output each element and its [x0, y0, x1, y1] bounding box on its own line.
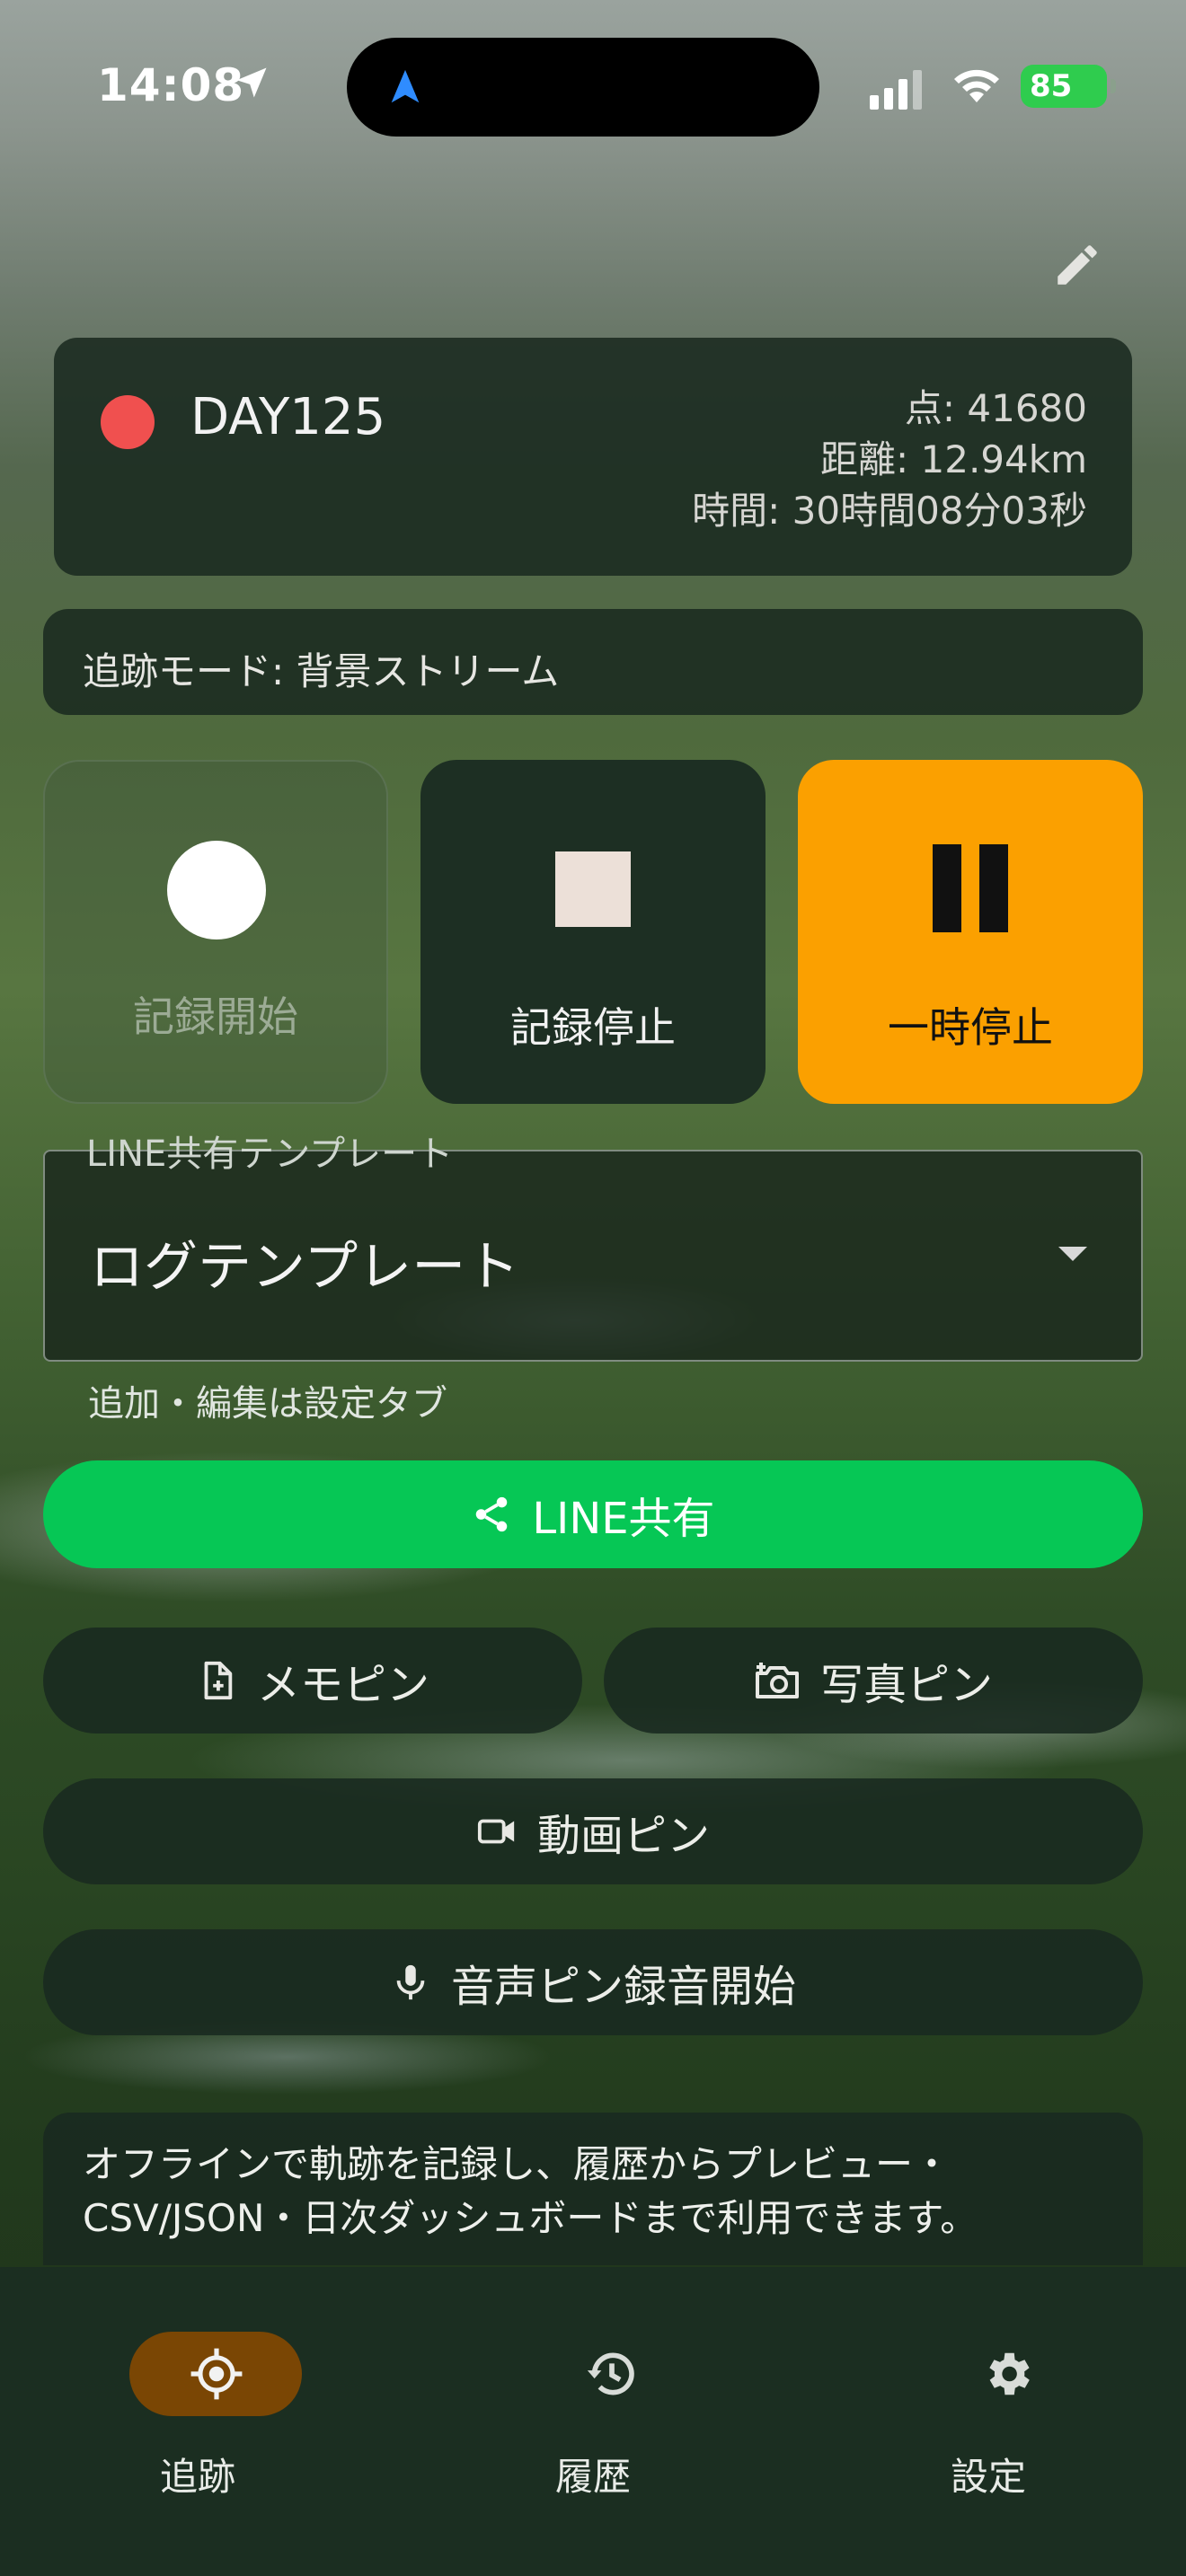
- battery-level: 85: [1030, 68, 1073, 104]
- line-share-button[interactable]: LINE共有: [43, 1460, 1143, 1568]
- distance-value: 距離: 12.94km: [820, 437, 1087, 481]
- note-add-icon: [204, 1661, 233, 1700]
- line-share-label: LINE共有: [532, 1494, 715, 1544]
- stop-icon: [555, 851, 631, 927]
- photo-pin-label: 写真ピン: [819, 1660, 993, 1710]
- navigation-icon: [391, 69, 420, 103]
- wifi-icon: [954, 69, 999, 102]
- template-field-label: LINE共有テンプレート: [86, 1134, 454, 1175]
- photo-pin-button[interactable]: 写真ピン: [604, 1628, 1143, 1734]
- signal-icon: [870, 70, 922, 110]
- info-text: オフラインで軌跡を記録し、履歴からプレビュー・CSV/JSON・日次ダッシュボー…: [83, 2142, 978, 2240]
- video-camera-icon: [477, 1819, 515, 1844]
- location-arrow-icon: [236, 67, 267, 98]
- duration-value: 時間: 30時間08分03秒: [692, 489, 1087, 533]
- stop-recording-label: 記録停止: [510, 1003, 676, 1052]
- status-bar: 14:08 85: [0, 0, 1186, 171]
- pause-button[interactable]: 一時停止: [798, 760, 1143, 1104]
- record-title: DAY125: [190, 388, 386, 446]
- nav-tab-history[interactable]: 履歴: [458, 2299, 728, 2499]
- recording-indicator: [101, 395, 155, 449]
- template-selected-value: ログテンプレート: [90, 1236, 520, 1299]
- info-card: オフラインで軌跡を記録し、履歴からプレビュー・CSV/JSON・日次ダッシュボー…: [43, 2113, 1143, 2265]
- memo-pin-label: メモピン: [256, 1660, 429, 1710]
- history-icon: [587, 2352, 634, 2395]
- status-time: 14:08: [97, 59, 245, 111]
- record-circle-icon: [167, 841, 266, 940]
- nav-label-settings: 設定: [950, 2455, 1026, 2499]
- line-template-select[interactable]: ログテンプレート: [43, 1150, 1143, 1362]
- nav-label-track: 追跡: [159, 2455, 235, 2499]
- start-recording-label: 記録開始: [133, 992, 298, 1041]
- dropdown-arrow-icon: [1058, 1247, 1087, 1261]
- record-stats: 点: 41680 距離: 12.94km 時間: 30時間08分03秒: [692, 383, 1087, 536]
- share-icon: [476, 1496, 508, 1532]
- video-pin-button[interactable]: 動画ピン: [43, 1778, 1143, 1884]
- video-pin-label: 動画ピン: [536, 1811, 710, 1861]
- tracking-mode-text: 追跡モード: 背景ストリーム: [83, 649, 560, 693]
- points-count: 点: 41680: [904, 386, 1087, 430]
- edit-pencil-icon[interactable]: [1051, 239, 1103, 291]
- nav-tab-settings[interactable]: 設定: [854, 2299, 1123, 2499]
- memo-pin-button[interactable]: メモピン: [43, 1628, 582, 1734]
- nav-label-history: 履歴: [554, 2455, 631, 2499]
- camera-plus-icon: [755, 1663, 799, 1698]
- battery-icon: [1111, 79, 1116, 93]
- tracking-mode-card: 追跡モード: 背景ストリーム: [43, 609, 1143, 715]
- stop-recording-button[interactable]: 記録停止: [420, 760, 766, 1104]
- gps-target-icon: [190, 2348, 243, 2400]
- voice-pin-label: 音声ピン録音開始: [450, 1962, 796, 2012]
- dynamic-island: [347, 38, 819, 137]
- pause-label: 一時停止: [888, 1003, 1053, 1052]
- bottom-navigation: 追跡 履歴 設定: [0, 2267, 1186, 2576]
- battery-indicator: 85: [1021, 65, 1107, 108]
- record-summary-card: DAY125 点: 41680 距離: 12.94km 時間: 30時間08分0…: [54, 338, 1132, 576]
- nav-tab-track[interactable]: 追跡: [63, 2299, 332, 2499]
- voice-pin-button[interactable]: 音声ピン録音開始: [43, 1929, 1143, 2035]
- microphone-icon: [396, 1964, 425, 2000]
- start-recording-button[interactable]: 記録開始: [43, 760, 388, 1104]
- gear-icon: [989, 2352, 1030, 2395]
- template-helper-text: 追加・編集は設定タブ: [88, 1383, 447, 1425]
